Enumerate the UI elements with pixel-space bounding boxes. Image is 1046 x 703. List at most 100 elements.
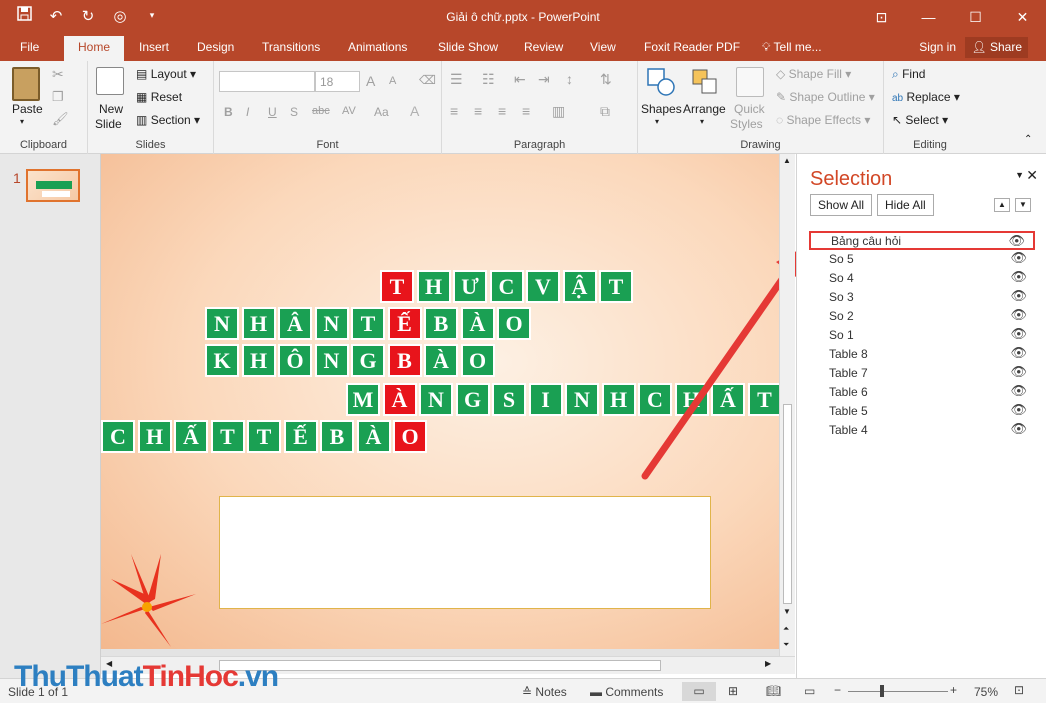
crossword-cell[interactable]: Ô <box>278 344 312 377</box>
clear-formatting-icon[interactable]: ⌫ <box>419 73 436 87</box>
zoom-slider-thumb[interactable] <box>880 685 884 697</box>
share-button[interactable]: 👤︎ Share <box>965 37 1028 58</box>
paste-button[interactable]: Paste <box>12 102 43 116</box>
underline-button[interactable]: U <box>268 105 277 119</box>
vertical-scroll-thumb[interactable] <box>783 404 792 604</box>
shape-effects-button[interactable]: ◌ Shape Effects ▾ <box>776 113 870 127</box>
crossword-cell[interactable]: H <box>601 383 636 416</box>
crossword-cell[interactable]: H <box>241 307 276 340</box>
keyword-cell[interactable]: Ế <box>387 307 422 340</box>
cut-icon[interactable]: ✂ <box>52 66 64 83</box>
tab-file[interactable]: File <box>20 40 39 54</box>
zoom-level[interactable]: 75% <box>974 685 998 699</box>
scroll-up-icon[interactable]: ▲ <box>783 156 791 165</box>
crossword-cell[interactable]: Ế <box>283 420 318 453</box>
quick-styles-button-line2[interactable]: Styles <box>730 117 763 131</box>
tab-review[interactable]: Review <box>524 40 563 54</box>
pane-options-icon[interactable]: ▼ <box>1015 170 1024 180</box>
format-painter-icon[interactable]: 🖌︎ <box>52 111 69 127</box>
scroll-down-icon[interactable]: ▼ <box>783 607 791 616</box>
new-slide-button[interactable]: New <box>99 102 123 116</box>
crossword-cell[interactable]: Ậ <box>562 270 597 303</box>
reset-button[interactable]: ▦ Reset <box>136 90 182 104</box>
crossword-cell[interactable]: T <box>247 420 281 453</box>
select-button[interactable]: ↖ Select ▾ <box>892 113 948 127</box>
crossword-cell[interactable]: Ư <box>453 270 487 303</box>
reading-view-icon[interactable]: 📖︎ <box>766 684 781 698</box>
visibility-eye-icon[interactable]: 👁︎ <box>1010 383 1027 399</box>
character-spacing-button[interactable]: AV <box>342 105 356 117</box>
bring-forward-icon[interactable]: ▲ <box>994 198 1010 212</box>
copy-icon[interactable]: ❐ <box>52 89 64 105</box>
visibility-eye-icon[interactable]: 👁︎ <box>1008 233 1025 249</box>
horizontal-scroll-thumb[interactable] <box>219 660 661 671</box>
crossword-cell[interactable]: V <box>526 270 560 303</box>
visibility-eye-icon[interactable]: 👁︎ <box>1010 269 1027 285</box>
grow-font-button[interactable]: A <box>366 73 375 89</box>
slide-thumbnail[interactable] <box>26 169 80 202</box>
crossword-cell[interactable]: À <box>424 344 458 377</box>
crossword-cell[interactable]: S <box>492 383 526 416</box>
sign-in-link[interactable]: Sign in <box>919 40 956 54</box>
tab-foxit-reader-pdf[interactable]: Foxit Reader PDF <box>644 40 740 54</box>
zoom-in-icon[interactable]: + <box>950 683 957 697</box>
selection-list-item[interactable]: Table 4 👁︎ <box>809 421 1035 440</box>
shape-fill-button[interactable]: ◇ Shape Fill ▾ <box>776 67 851 81</box>
crossword-cell[interactable]: B <box>424 307 458 340</box>
bold-button[interactable]: B <box>224 105 233 119</box>
selection-list-item[interactable]: Table 8 👁︎ <box>809 345 1035 364</box>
maximize-icon[interactable]: ☐ <box>952 0 999 34</box>
visibility-eye-icon[interactable]: 👁︎ <box>1010 326 1027 342</box>
crossword-cell[interactable]: À <box>356 420 391 453</box>
slide-sorter-icon[interactable]: ⊞ <box>728 684 738 698</box>
crossword-cell[interactable]: T <box>747 383 779 416</box>
increase-indent-icon[interactable]: ⇥ <box>538 71 550 88</box>
show-all-button[interactable]: Show All <box>810 194 873 216</box>
tab-animations[interactable]: Animations <box>348 40 407 54</box>
close-icon[interactable]: ✕ <box>999 0 1046 34</box>
previous-slide-icon[interactable]: ⏶ <box>783 624 789 634</box>
crossword-cell[interactable]: H <box>416 270 451 303</box>
selection-list-item[interactable]: So 1 👁︎ <box>809 326 1035 345</box>
crossword-cell[interactable]: H <box>137 420 172 453</box>
justify-icon[interactable]: ≡ <box>522 103 530 119</box>
visibility-eye-icon[interactable]: 👁︎ <box>1010 250 1027 266</box>
arrange-button[interactable]: Arrange <box>683 102 726 116</box>
crossword-cell[interactable]: C <box>489 270 524 303</box>
replace-button[interactable]: ab Replace ▾ <box>892 90 960 104</box>
center-icon[interactable]: ≡ <box>474 103 482 119</box>
scroll-right-icon[interactable]: ▶ <box>765 659 771 668</box>
visibility-eye-icon[interactable]: 👁︎ <box>1010 307 1027 323</box>
visibility-eye-icon[interactable]: 👁︎ <box>1010 345 1027 361</box>
bullets-icon[interactable]: ☰ <box>450 71 463 88</box>
crossword-cell[interactable]: G <box>351 344 385 377</box>
crossword-cell[interactable]: H <box>674 383 709 416</box>
font-color-button[interactable]: A <box>410 103 419 119</box>
tell-me-search[interactable]: 💡︎ Tell me... <box>762 40 822 55</box>
crossword-cell[interactable]: T <box>210 420 245 453</box>
selection-list-item[interactable]: Bảng câu hỏi 👁︎ <box>809 231 1035 250</box>
crossword-cell[interactable]: Â <box>278 307 312 340</box>
font-size-input[interactable]: 18 <box>315 71 360 92</box>
selection-list-item[interactable]: So 3 👁︎ <box>809 288 1035 307</box>
change-case-button[interactable]: Aa <box>374 105 389 119</box>
zoom-slider-track[interactable] <box>848 691 948 692</box>
selection-list-item[interactable]: So 4 👁︎ <box>809 269 1035 288</box>
selection-list-item[interactable]: So 5 👁︎ <box>809 250 1035 269</box>
arrange-dropdown-icon[interactable]: ▾ <box>700 117 704 126</box>
tab-view[interactable]: View <box>590 40 616 54</box>
crossword-cell[interactable]: N <box>314 307 349 340</box>
text-direction-icon[interactable]: ⇅ <box>600 71 612 88</box>
crossword-cell[interactable]: K <box>205 344 239 377</box>
columns-icon[interactable]: ▥ <box>552 103 565 120</box>
collapse-ribbon-icon[interactable]: ⌃ <box>1024 134 1032 145</box>
decrease-indent-icon[interactable]: ⇤ <box>514 71 526 88</box>
smartart-icon[interactable]: ⧉ <box>600 103 610 120</box>
paste-dropdown-icon[interactable]: ▾ <box>20 117 24 126</box>
visibility-eye-icon[interactable]: 👁︎ <box>1010 364 1027 380</box>
crossword-cell[interactable]: Ấ <box>174 420 208 453</box>
crossword-cell[interactable]: T <box>351 307 385 340</box>
slide-show-icon[interactable]: ▭ <box>804 684 815 698</box>
crossword-cell[interactable]: Ấ <box>711 383 745 416</box>
crossword-cell[interactable]: N <box>314 344 349 377</box>
